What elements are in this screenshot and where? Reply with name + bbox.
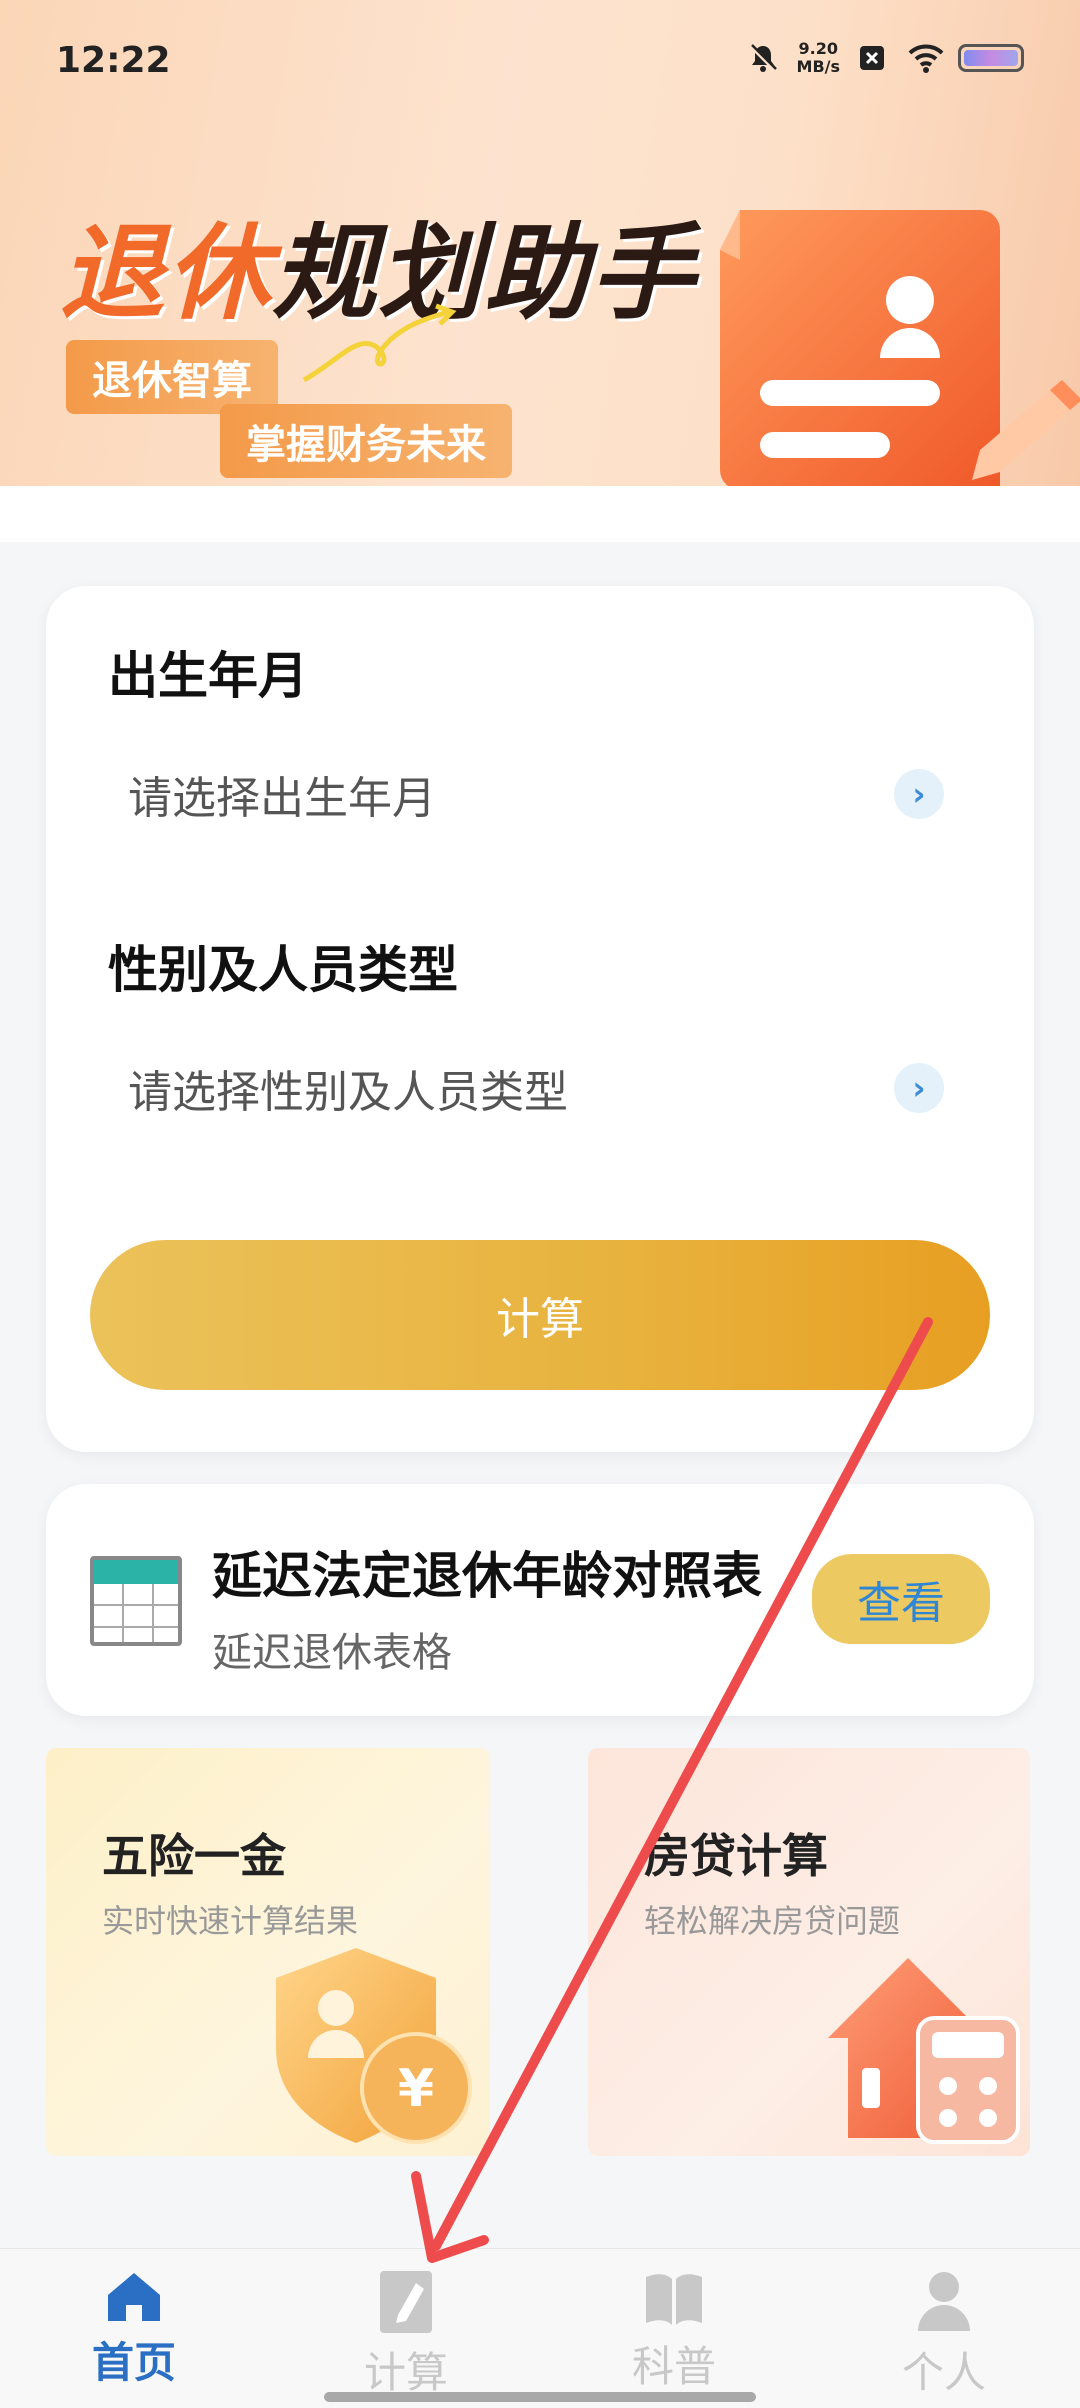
calculate-button[interactable]: 计算 [90, 1240, 990, 1390]
view-button[interactable]: 查看 [812, 1554, 990, 1644]
banner-title-accent: 退休 [60, 212, 273, 334]
home-indicator[interactable] [324, 2392, 756, 2402]
calculate-icon [380, 2271, 432, 2333]
document-illustration-icon [720, 210, 1080, 486]
home-icon [108, 2273, 160, 2321]
birth-date-placeholder: 请选择出生年月 [128, 773, 436, 824]
status-time: 12:22 [56, 40, 171, 81]
insurance-fund-tile[interactable]: 五险一金 实时快速计算结果 ¥ [46, 1748, 490, 2156]
header-banner: 12:22 9.20 MB/s 退休规划助手 退休智算 掌握财务未来 [0, 0, 1080, 486]
chevron-right-icon: › [894, 1063, 944, 1113]
tile-title: 五险一金 [102, 1829, 286, 1883]
nav-label: 首页 [91, 2338, 176, 2387]
nav-label: 计算 [363, 2348, 448, 2397]
close-box-icon [858, 42, 890, 74]
status-bar: 12:22 9.20 MB/s [0, 0, 1080, 120]
nav-label: 科普 [631, 2342, 716, 2391]
banner-tag-primary: 退休智算 [66, 340, 278, 414]
curl-arrow-icon [302, 303, 457, 383]
speed-unit: MB/s [796, 57, 840, 76]
gender-type-placeholder: 请选择性别及人员类型 [128, 1067, 568, 1118]
wifi-icon [908, 42, 944, 74]
retirement-form-card: 出生年月 请选择出生年月 › 性别及人员类型 请选择性别及人员类型 › 计算 [46, 586, 1034, 1452]
network-speed: 9.20 MB/s [797, 40, 840, 76]
mortgage-calc-tile[interactable]: 房贷计算 轻松解决房贷问题 [588, 1748, 1030, 2156]
bottom-navigation: 首页 计算 科普 个人 [0, 2248, 1080, 2408]
table-icon [90, 1556, 182, 1646]
tile-subtitle: 轻松解决房贷问题 [644, 1902, 901, 1940]
chevron-right-icon: › [894, 769, 944, 819]
banner-tag-secondary: 掌握财务未来 [220, 404, 512, 478]
tile-subtitle: 实时快速计算结果 [102, 1902, 359, 1940]
gender-type-selector[interactable]: 请选择性别及人员类型 › [128, 1048, 944, 1128]
nav-science[interactable]: 科普 [584, 2269, 764, 2394]
birth-date-selector[interactable]: 请选择出生年月 › [128, 754, 944, 834]
svg-text:¥: ¥ [398, 2059, 434, 2119]
nav-calculate[interactable]: 计算 [316, 2269, 496, 2400]
banner-divider [0, 486, 1080, 542]
table-card-subtitle: 延迟退休表格 [212, 1630, 452, 1676]
house-calculator-icon [828, 1958, 1020, 2144]
mute-bell-icon [747, 42, 779, 74]
nav-profile[interactable]: 个人 [854, 2269, 1034, 2400]
table-card-title: 延迟法定退休年龄对照表 [212, 1547, 762, 1605]
tile-title: 房贷计算 [644, 1829, 828, 1883]
battery-icon [958, 44, 1024, 72]
speed-value: 9.20 [798, 39, 838, 58]
nav-label: 个人 [901, 2348, 986, 2397]
shield-yuan-icon: ¥ [276, 1948, 472, 2144]
person-icon [918, 2272, 970, 2331]
book-icon [646, 2274, 702, 2325]
birth-date-label: 出生年月 [108, 647, 308, 705]
nav-home[interactable]: 首页 [44, 2269, 224, 2390]
status-icons: 9.20 MB/s [747, 40, 1024, 76]
retirement-age-table-card[interactable]: 延迟法定退休年龄对照表 延迟退休表格 查看 [46, 1484, 1034, 1716]
gender-type-label: 性别及人员类型 [108, 941, 458, 999]
